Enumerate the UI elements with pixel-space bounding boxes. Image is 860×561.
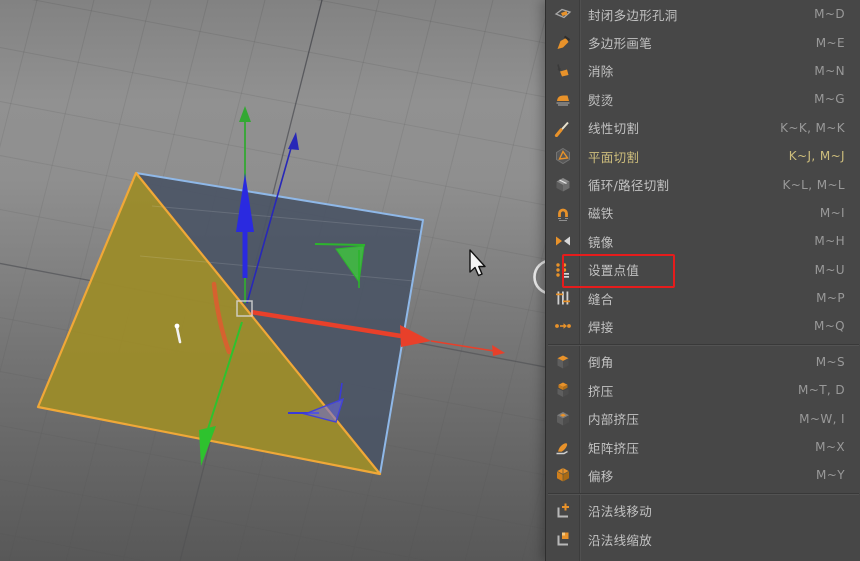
menu-item-label: 内部挤压 xyxy=(588,412,640,428)
menu-item-weld[interactable]: 焊接 M~Q xyxy=(546,312,860,340)
menu-item-close-polygon-hole[interactable]: 封闭多边形孔洞 M~D xyxy=(546,0,860,28)
matrix-extrude-icon xyxy=(546,438,579,456)
mirror-icon xyxy=(546,232,579,250)
menu-item-label: 循环/路径切割 xyxy=(588,178,670,194)
loop-path-cut-icon xyxy=(546,176,579,194)
menu-item-mirror[interactable]: 镜像 M~H xyxy=(546,227,860,255)
menu-item-scale-along-normals[interactable]: 沿法线缩放 xyxy=(546,525,860,553)
menu-item-shortcut: M~Y xyxy=(816,468,845,483)
menu-item-dissolve[interactable]: 消除 M~N xyxy=(546,57,860,85)
magnet-icon xyxy=(546,204,579,222)
menu-item-shortcut: M~X xyxy=(815,440,845,455)
scale-along-normals-icon xyxy=(546,530,579,548)
menu-item-move-along-normals[interactable]: 沿法线移动 xyxy=(546,497,860,525)
menu-item-offset[interactable]: 偏移 M~Y xyxy=(546,461,860,489)
menu-item-label: 镜像 xyxy=(588,234,614,250)
menu-item-shortcut: M~E xyxy=(815,35,845,50)
menu-item-shortcut: M~W, I xyxy=(799,411,845,426)
menu-item-label: 焊接 xyxy=(588,319,614,335)
menu-item-label: 消除 xyxy=(588,64,614,80)
axis-y-arrowhead[interactable] xyxy=(199,426,216,466)
menu-separator xyxy=(546,341,860,348)
menu-item-matrix-extrude[interactable]: 矩阵挤压 M~X xyxy=(546,433,860,461)
line-cut-icon xyxy=(546,119,579,137)
menu-item-shortcut: M~N xyxy=(814,63,845,78)
menu-item-shortcut: M~I xyxy=(819,205,845,220)
polygon-pen-icon xyxy=(546,34,579,52)
menu-item-shortcut: M~H xyxy=(814,234,845,249)
dissolve-icon xyxy=(546,62,579,80)
weld-icon xyxy=(546,317,579,335)
menu-item-shortcut: K~K, M~K xyxy=(780,120,845,135)
axis-x-arrowhead[interactable] xyxy=(400,325,431,347)
inner-extrude-icon xyxy=(546,410,579,428)
menu-item-extrude[interactable]: 挤压 M~T, D xyxy=(546,376,860,404)
close-polygon-hole-icon xyxy=(546,5,579,23)
set-point-value-icon xyxy=(546,261,579,279)
menu-item-label: 多边形画笔 xyxy=(588,36,653,52)
menu-item-stitch[interactable]: 缝合 M~P xyxy=(546,284,860,312)
menu-item-loop-path-cut[interactable]: 循环/路径切割 K~L, M~L xyxy=(546,170,860,198)
plane-cut-icon xyxy=(546,147,579,165)
menu-item-shortcut: M~Q xyxy=(813,319,845,334)
menu-item-label: 倒角 xyxy=(588,355,614,371)
offset-icon xyxy=(546,466,579,484)
menu-item-magnet[interactable]: 磁铁 M~I xyxy=(546,199,860,227)
menu-item-shortcut: M~T, D xyxy=(797,383,845,398)
menu-item-shortcut: M~D xyxy=(814,7,845,22)
menu-item-line-cut[interactable]: 线性切割 K~K, M~K xyxy=(546,114,860,142)
menu-item-label: 偏移 xyxy=(588,468,614,484)
menu-item-iron[interactable]: 熨烫 M~G xyxy=(546,85,860,113)
menu-item-shortcut: M~G xyxy=(814,92,845,107)
menu-item-label: 线性切割 xyxy=(588,121,640,137)
menu-item-inner-extrude[interactable]: 内部挤压 M~W, I xyxy=(546,404,860,432)
menu-item-shortcut: M~P xyxy=(816,291,845,306)
menu-item-label: 沿法线缩放 xyxy=(588,532,653,548)
menu-item-shortcut: K~L, M~L xyxy=(782,177,845,192)
axis-y-up-arrowhead xyxy=(239,106,251,122)
move-along-normals-icon xyxy=(546,502,579,520)
menu-item-label: 熨烫 xyxy=(588,92,614,108)
menu-item-label: 挤压 xyxy=(588,383,614,399)
menu-item-label: 设置点值 xyxy=(588,263,640,279)
menu-item-shortcut: M~U xyxy=(814,262,845,277)
context-menu[interactable]: 封闭多边形孔洞 M~D 多边形画笔 M~E 消除 M~N 熨烫 M~G 线性切割 K~K, M~K… xyxy=(545,0,860,561)
bevel-icon xyxy=(546,353,579,371)
axis-z-far-arrowhead xyxy=(288,132,299,150)
menu-item-label: 缝合 xyxy=(588,291,614,307)
menu-item-shortcut: M~S xyxy=(815,354,845,369)
menu-item-shortcut: K~J, M~J xyxy=(788,149,845,164)
menu-item-plane-cut[interactable]: 平面切割 K~J, M~J xyxy=(546,142,860,170)
grid-line xyxy=(0,0,38,149)
extrude-icon xyxy=(546,381,579,399)
axis-x-far-arrowhead xyxy=(492,345,505,356)
menu-item-label: 平面切割 xyxy=(588,149,640,165)
menu-item-label: 矩阵挤压 xyxy=(588,440,640,456)
menu-item-label: 磁铁 xyxy=(588,206,614,222)
mouse-cursor xyxy=(469,249,486,277)
stitch-icon xyxy=(546,289,579,307)
menu-item-polygon-pen[interactable]: 多边形画笔 M~E xyxy=(546,28,860,56)
iron-icon xyxy=(546,90,579,108)
menu-separator xyxy=(546,490,860,497)
menu-item-label: 封闭多边形孔洞 xyxy=(588,7,678,23)
menu-item-label: 沿法线移动 xyxy=(588,504,653,520)
cinema4d-window: 封闭多边形孔洞 M~D 多边形画笔 M~E 消除 M~N 熨烫 M~G 线性切割 K~K, M~K… xyxy=(0,0,860,561)
menu-item-set-point-value[interactable]: 设置点值 M~U xyxy=(546,256,860,284)
menu-item-bevel[interactable]: 倒角 M~S xyxy=(546,348,860,376)
